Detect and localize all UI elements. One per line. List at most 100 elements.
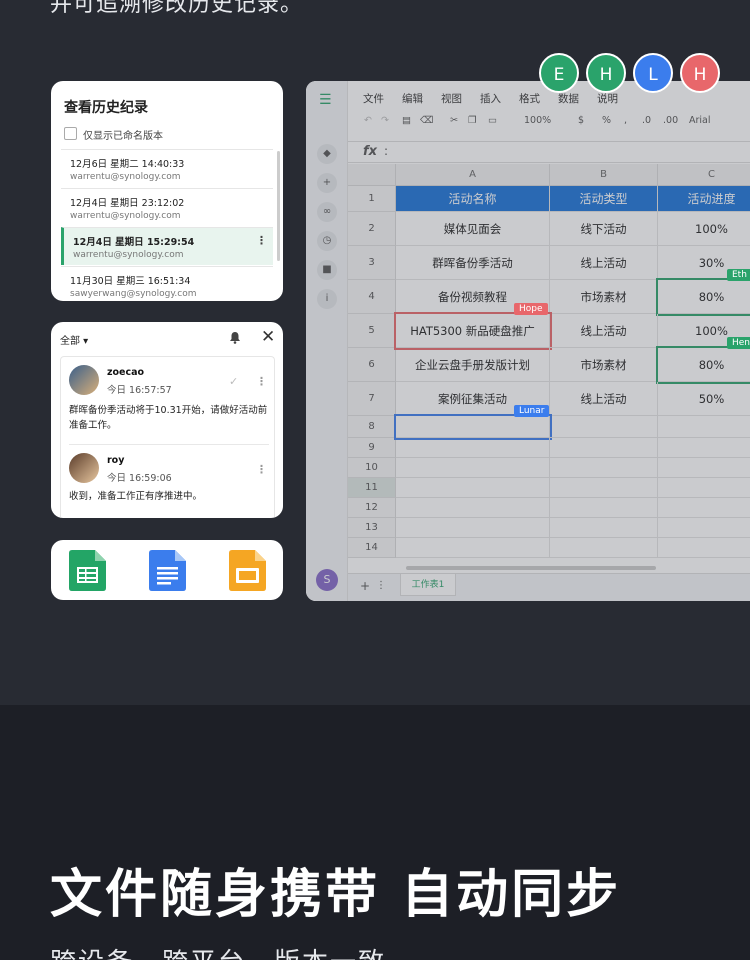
table-cell[interactable]: 80% [656, 346, 750, 384]
lock-icon[interactable]: ■ [317, 260, 337, 280]
history-item[interactable]: 12月6日 星期二 14:40:33 warrentu@synology.com [61, 149, 273, 187]
menu-icon[interactable]: ☰ [319, 92, 332, 108]
table-cell[interactable] [658, 438, 750, 458]
presence-avatar[interactable]: H [586, 53, 626, 93]
table-cell[interactable] [396, 498, 550, 518]
presence-avatar[interactable]: H [680, 53, 720, 93]
menu-insert[interactable]: 插入 [480, 91, 501, 106]
add-user-icon[interactable]: + [317, 173, 337, 193]
check-icon[interactable]: ✓ [229, 375, 238, 388]
table-cell[interactable]: 50% [658, 382, 750, 416]
redo-icon[interactable]: ↷ [381, 115, 389, 126]
row-header[interactable]: 11 [348, 478, 396, 498]
more-options-icon[interactable]: ⋮ [256, 463, 267, 476]
notification-filter[interactable]: 全部 ▾ [60, 332, 88, 347]
close-icon[interactable]: ✕ [261, 327, 275, 347]
user-avatar[interactable]: S [316, 569, 338, 591]
table-cell[interactable]: 线上活动 [550, 314, 658, 348]
row-header[interactable]: 2 [348, 212, 396, 246]
percent-button[interactable]: % [602, 115, 611, 126]
link-icon[interactable]: ∞ [317, 202, 337, 222]
table-cell[interactable]: HAT5300 新品硬盘推广 [394, 312, 552, 350]
row-header[interactable]: 9 [348, 438, 396, 458]
currency-button[interactable]: $ [578, 115, 584, 126]
table-cell[interactable] [550, 538, 658, 558]
table-cell[interactable]: 线上活动 [550, 246, 658, 280]
decrease-decimal-button[interactable]: .0 [642, 115, 651, 126]
table-cell[interactable]: 群晖备份季活动 [396, 246, 550, 280]
table-cell[interactable] [550, 518, 658, 538]
presence-avatar[interactable]: L [633, 53, 673, 93]
table-cell[interactable] [396, 458, 550, 478]
table-cell[interactable] [396, 478, 550, 498]
row-header[interactable]: 1 [348, 186, 396, 212]
increase-decimal-button[interactable]: .00 [663, 115, 678, 126]
table-cell[interactable] [550, 416, 658, 438]
table-cell[interactable]: 企业云盘手册发版计划 [396, 348, 550, 382]
clear-format-icon[interactable]: ⌫ [420, 115, 433, 126]
table-cell[interactable]: 80% [656, 278, 750, 316]
column-header-a[interactable]: A [396, 164, 550, 186]
row-header[interactable]: 10 [348, 458, 396, 478]
table-cell[interactable] [658, 538, 750, 558]
menu-help[interactable]: 说明 [597, 91, 618, 106]
history-item[interactable]: 11月30日 星期三 16:51:34 sawyerwang@synology.… [61, 266, 273, 301]
table-cell[interactable] [550, 478, 658, 498]
table-cell[interactable] [394, 414, 552, 440]
history-item[interactable]: 12月4日 星期日 23:12:02 warrentu@synology.com [61, 188, 273, 226]
sheets-icon[interactable] [69, 550, 106, 591]
table-cell[interactable]: 100% [658, 212, 750, 246]
menu-file[interactable]: 文件 [363, 91, 384, 106]
more-options-icon[interactable]: ⋮ [256, 234, 267, 247]
history-item-selected[interactable]: 12月4日 星期日 15:29:54 warrentu@synology.com… [61, 227, 273, 265]
cut-icon[interactable]: ✂ [450, 115, 458, 126]
comma-button[interactable]: , [624, 115, 627, 126]
row-header[interactable]: 13 [348, 518, 396, 538]
paint-format-icon[interactable]: ▤ [402, 115, 411, 126]
corner-cell[interactable] [348, 164, 396, 186]
table-cell[interactable] [396, 538, 550, 558]
column-header-b[interactable]: B [550, 164, 658, 186]
row-header[interactable]: 12 [348, 498, 396, 518]
header-cell[interactable]: 活动名称 [396, 186, 550, 212]
row-header[interactable]: 14 [348, 538, 396, 558]
named-version-checkbox[interactable] [64, 127, 77, 140]
table-cell[interactable] [658, 518, 750, 538]
formula-bar[interactable]: fx : [348, 141, 750, 163]
slides-icon[interactable] [229, 550, 266, 591]
table-cell[interactable]: 媒体见面会 [396, 212, 550, 246]
bell-icon[interactable] [229, 331, 241, 347]
menu-format[interactable]: 格式 [519, 91, 540, 106]
presence-avatar[interactable]: E [539, 53, 579, 93]
zoom-select[interactable]: 100% [524, 115, 551, 126]
header-cell[interactable]: 活动类型 [550, 186, 658, 212]
copy-icon[interactable]: ❐ [468, 115, 477, 126]
paste-icon[interactable]: ▭ [488, 115, 497, 126]
history-icon[interactable]: ◷ [317, 231, 337, 251]
table-cell[interactable] [396, 438, 550, 458]
undo-icon[interactable]: ↶ [364, 115, 372, 126]
more-options-icon[interactable]: ⋮ [256, 375, 267, 388]
sheet-tab[interactable]: 工作表1 [400, 574, 456, 596]
row-header[interactable]: 5 [348, 314, 396, 348]
table-cell[interactable] [550, 498, 658, 518]
font-select[interactable]: Arial [689, 115, 711, 126]
table-cell[interactable] [658, 498, 750, 518]
table-cell[interactable] [658, 416, 750, 438]
menu-data[interactable]: 数据 [558, 91, 579, 106]
table-cell[interactable] [396, 518, 550, 538]
info-icon[interactable]: i [317, 289, 337, 309]
table-cell[interactable]: 市场素材 [550, 348, 658, 382]
table-cell[interactable]: 线上活动 [550, 382, 658, 416]
table-cell[interactable]: 市场素材 [550, 280, 658, 314]
horizontal-scrollbar[interactable] [406, 566, 656, 570]
add-sheet-button[interactable]: + [360, 579, 370, 593]
table-cell[interactable] [550, 438, 658, 458]
row-header[interactable]: 3 [348, 246, 396, 280]
table-cell[interactable] [658, 478, 750, 498]
history-scrollbar[interactable] [277, 151, 280, 261]
table-cell[interactable] [550, 458, 658, 478]
row-header[interactable]: 7 [348, 382, 396, 416]
row-header[interactable]: 4 [348, 280, 396, 314]
row-header[interactable]: 6 [348, 348, 396, 382]
